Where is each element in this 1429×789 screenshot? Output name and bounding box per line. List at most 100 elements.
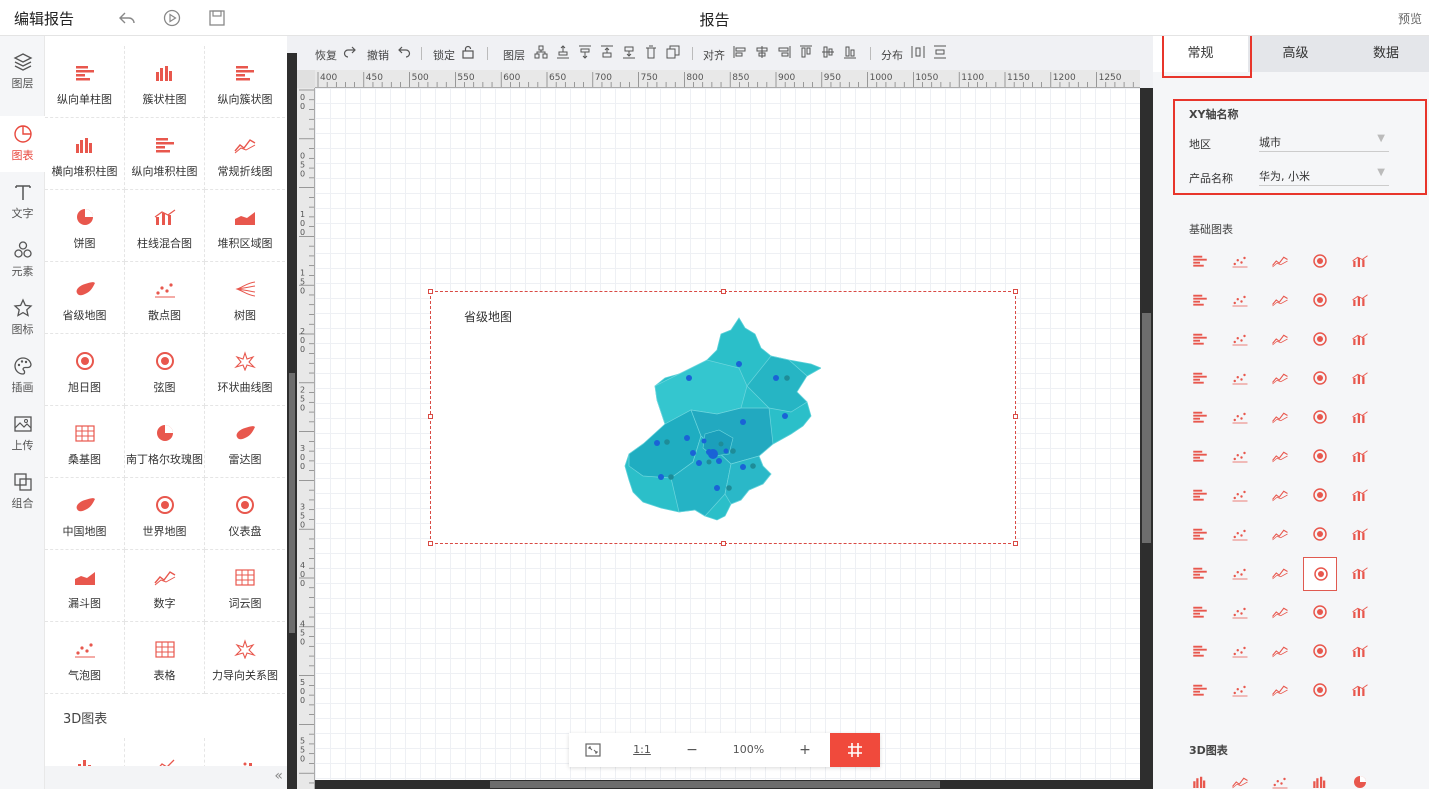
chart-type-option[interactable] bbox=[1303, 401, 1337, 435]
chart-type-option[interactable] bbox=[1343, 635, 1377, 669]
chart-type-option[interactable] bbox=[1183, 401, 1217, 435]
canvas-vertical-scrollbar[interactable] bbox=[1140, 88, 1153, 789]
resize-handle-r[interactable] bbox=[1013, 414, 1018, 419]
library-item[interactable]: 横向堆积柱图 bbox=[45, 118, 125, 190]
grid-toggle-button[interactable] bbox=[830, 733, 880, 767]
chart-type-option[interactable] bbox=[1303, 557, 1337, 591]
nav-icons[interactable]: 图标 bbox=[0, 290, 45, 346]
align-middle-v-icon[interactable] bbox=[821, 45, 835, 59]
chart-type-option[interactable] bbox=[1263, 557, 1297, 591]
library-item[interactable]: 柱线混合图 bbox=[125, 190, 205, 262]
library-item[interactable]: 中国地图 bbox=[45, 478, 125, 550]
chart-type-option[interactable] bbox=[1263, 596, 1297, 630]
canvas-h-scroll-thumb[interactable] bbox=[490, 781, 940, 788]
chart-type-option[interactable] bbox=[1183, 479, 1217, 513]
library-item[interactable]: 散点图 bbox=[125, 262, 205, 334]
chart-type-option[interactable] bbox=[1303, 440, 1337, 474]
redo-icon[interactable] bbox=[343, 45, 357, 59]
chart-type-3d-option[interactable] bbox=[1223, 766, 1257, 789]
chart-type-option[interactable] bbox=[1343, 284, 1377, 318]
library-item[interactable]: 仪表盘 bbox=[205, 478, 285, 550]
library-3d-item[interactable] bbox=[45, 738, 125, 772]
chart-type-option[interactable] bbox=[1223, 596, 1257, 630]
library-item[interactable]: 力导向关系图 bbox=[205, 622, 285, 694]
redo-button[interactable]: 恢复 bbox=[315, 47, 337, 63]
chart-type-option[interactable] bbox=[1263, 362, 1297, 396]
chart-type-option[interactable] bbox=[1263, 518, 1297, 552]
align-top-icon[interactable] bbox=[799, 45, 813, 59]
chart-type-option[interactable] bbox=[1183, 440, 1217, 474]
send-backward-icon[interactable] bbox=[578, 45, 592, 59]
chart-type-option[interactable] bbox=[1343, 401, 1377, 435]
product-name-select[interactable]: 华为, 小米 ▼ bbox=[1259, 166, 1389, 186]
chart-type-option[interactable] bbox=[1343, 245, 1377, 279]
send-to-back-icon[interactable] bbox=[622, 45, 636, 59]
bring-to-front-icon[interactable] bbox=[600, 45, 614, 59]
chart-type-option[interactable] bbox=[1303, 674, 1337, 708]
chart-type-option[interactable] bbox=[1343, 479, 1377, 513]
chart-type-option[interactable] bbox=[1343, 518, 1377, 552]
library-item[interactable]: 桑基图 bbox=[45, 406, 125, 478]
chart-type-3d-option[interactable] bbox=[1183, 766, 1217, 789]
bring-forward-icon[interactable] bbox=[556, 45, 570, 59]
nav-illustrations[interactable]: 插画 bbox=[0, 348, 45, 404]
chart-type-option[interactable] bbox=[1343, 323, 1377, 357]
canvas-v-scroll-thumb[interactable] bbox=[1142, 313, 1151, 543]
chart-type-3d-option[interactable] bbox=[1263, 766, 1297, 789]
chart-type-option[interactable] bbox=[1223, 518, 1257, 552]
lock-icon[interactable] bbox=[461, 45, 475, 59]
align-button[interactable]: 对齐 bbox=[703, 47, 725, 63]
chart-type-option[interactable] bbox=[1183, 323, 1217, 357]
chart-type-option[interactable] bbox=[1223, 635, 1257, 669]
library-item[interactable]: 树图 bbox=[205, 262, 285, 334]
align-bottom-icon[interactable] bbox=[843, 45, 857, 59]
chart-type-option[interactable] bbox=[1303, 479, 1337, 513]
layer-up-icon[interactable] bbox=[534, 45, 548, 59]
library-item[interactable]: 世界地图 bbox=[125, 478, 205, 550]
chart-type-option[interactable] bbox=[1343, 362, 1377, 396]
library-item[interactable]: 词云图 bbox=[205, 550, 285, 622]
library-scrollbar[interactable] bbox=[287, 53, 297, 789]
library-item[interactable]: 簇状柱图 bbox=[125, 46, 205, 118]
chart-type-option[interactable] bbox=[1303, 635, 1337, 669]
library-item[interactable]: 环状曲线图 bbox=[205, 334, 285, 406]
chart-type-option[interactable] bbox=[1303, 323, 1337, 357]
lock-button[interactable]: 锁定 bbox=[433, 47, 455, 63]
tab-advanced[interactable]: 高级 bbox=[1248, 36, 1343, 72]
library-3d-item[interactable] bbox=[205, 738, 285, 772]
library-item[interactable]: 弦图 bbox=[125, 334, 205, 406]
chart-type-option[interactable] bbox=[1183, 245, 1217, 279]
chart-type-option[interactable] bbox=[1223, 245, 1257, 279]
resize-handle-b[interactable] bbox=[721, 541, 726, 546]
region-select[interactable]: 城市 ▼ bbox=[1259, 132, 1389, 152]
chart-type-option[interactable] bbox=[1223, 557, 1257, 591]
resize-handle-bl[interactable] bbox=[428, 541, 433, 546]
align-right-icon[interactable] bbox=[777, 45, 791, 59]
selected-map-widget[interactable]: 省级地图 bbox=[428, 289, 1018, 546]
chart-type-option[interactable] bbox=[1223, 284, 1257, 318]
library-item[interactable]: 南丁格尔玫瑰图 bbox=[125, 406, 205, 478]
zoom-in-button[interactable]: + bbox=[780, 733, 830, 767]
library-item[interactable]: 纵向堆积柱图 bbox=[125, 118, 205, 190]
chart-type-option[interactable] bbox=[1343, 440, 1377, 474]
resize-handle-t[interactable] bbox=[721, 289, 726, 294]
chart-type-option[interactable] bbox=[1263, 401, 1297, 435]
chart-type-option[interactable] bbox=[1183, 362, 1217, 396]
chart-type-option[interactable] bbox=[1223, 362, 1257, 396]
chart-type-option[interactable] bbox=[1183, 674, 1217, 708]
chart-type-3d-option[interactable] bbox=[1303, 766, 1337, 789]
chart-type-option[interactable] bbox=[1263, 674, 1297, 708]
chart-type-option[interactable] bbox=[1303, 245, 1337, 279]
library-item[interactable]: 表格 bbox=[125, 622, 205, 694]
chart-type-option[interactable] bbox=[1183, 596, 1217, 630]
nav-group[interactable]: 组合 bbox=[0, 464, 45, 520]
chart-type-option[interactable] bbox=[1343, 596, 1377, 630]
chart-type-option[interactable] bbox=[1263, 323, 1297, 357]
layer-button[interactable]: 图层 bbox=[503, 47, 525, 63]
distribute-button[interactable]: 分布 bbox=[881, 47, 903, 63]
library-scroll-thumb[interactable] bbox=[289, 373, 295, 633]
library-item[interactable]: 纵向单柱图 bbox=[45, 46, 125, 118]
tab-general[interactable]: 常规 bbox=[1153, 36, 1248, 72]
chart-type-option[interactable] bbox=[1263, 284, 1297, 318]
chart-type-option[interactable] bbox=[1223, 674, 1257, 708]
